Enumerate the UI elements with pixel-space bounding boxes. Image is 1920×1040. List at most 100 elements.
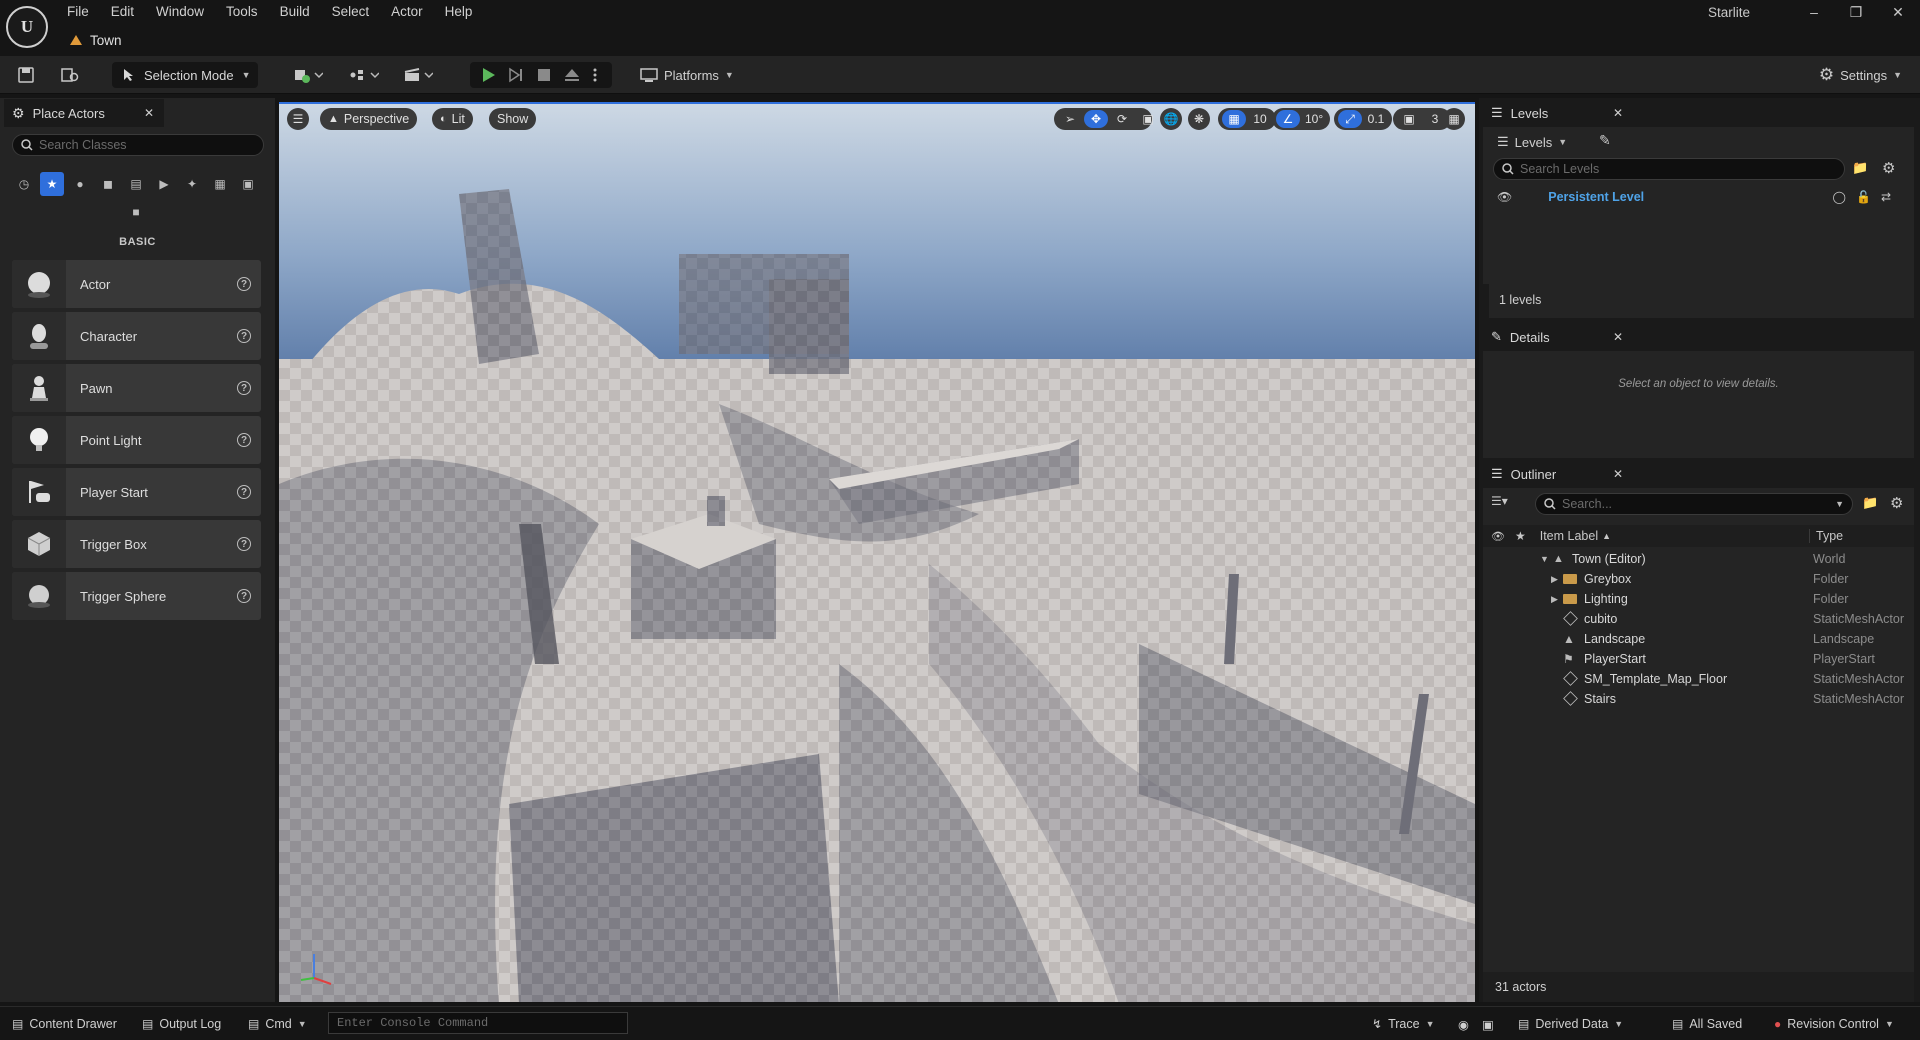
visual-effects-category-icon[interactable]: ▶	[152, 172, 176, 196]
new-folder-icon[interactable]: 📁	[1862, 495, 1878, 511]
menu-edit[interactable]: Edit	[100, 2, 145, 22]
expand-arrow-icon[interactable]: ▶	[1551, 594, 1558, 605]
selection-mode-dropdown[interactable]: Selection Mode ▼	[112, 62, 258, 88]
settings-dropdown[interactable]: ⚙ Settings ▼	[1819, 62, 1902, 88]
expand-arrow-icon[interactable]: ▶	[1551, 574, 1558, 585]
viewport-layout-icon[interactable]: ▦	[1443, 108, 1465, 130]
eject-icon[interactable]	[560, 63, 584, 87]
level-viewport[interactable]	[279, 102, 1475, 1002]
lighting-scenario-icon[interactable]: ◯	[1833, 190, 1846, 204]
place-actors-tab[interactable]: ⚙ Place Actors ✕	[4, 99, 164, 127]
minimize-icon[interactable]: –	[1796, 2, 1832, 22]
chevron-down-icon[interactable]: ▼	[1835, 499, 1844, 509]
level-document-tab[interactable]: Town	[60, 28, 132, 52]
play-icon[interactable]	[476, 63, 500, 87]
outliner-row-actor[interactable]: ⚑ PlayerStart PlayerStart	[1483, 649, 1914, 669]
outliner-row-folder[interactable]: ▶ Lighting Folder	[1483, 589, 1914, 609]
view-mode-button[interactable]: ◐ Lit	[432, 108, 473, 130]
perspective-button[interactable]: ▲ Perspective	[320, 108, 418, 130]
menu-actor[interactable]: Actor	[380, 2, 434, 22]
persistent-level-row[interactable]: 👁 Persistent Level ◯ 🔓 ⇄	[1489, 186, 1909, 208]
outliner-search-input[interactable]: Search... ▼	[1535, 493, 1853, 515]
help-icon[interactable]: ?	[237, 537, 251, 551]
content-drawer-button[interactable]: ▤ Content Drawer	[12, 1014, 117, 1034]
output-log-button[interactable]: ▤ Output Log	[142, 1014, 221, 1034]
outliner-row-world[interactable]: ▼ ▲ Town (Editor) World	[1483, 549, 1914, 569]
edit-pencil-icon[interactable]: ✎	[1599, 132, 1611, 149]
save-icon[interactable]	[14, 63, 38, 87]
help-icon[interactable]: ?	[237, 277, 251, 291]
viewport-options-icon[interactable]: ☰	[287, 108, 309, 130]
help-icon[interactable]: ?	[237, 433, 251, 447]
menu-build[interactable]: Build	[269, 2, 321, 22]
stop-icon[interactable]	[532, 63, 556, 87]
actor-item-character[interactable]: Character ?	[12, 312, 261, 360]
translate-tool-icon[interactable]: ✥	[1084, 110, 1108, 128]
world-space-icon[interactable]: 🌐	[1160, 108, 1182, 130]
outliner-row-actor[interactable]: Stairs StaticMeshActor	[1483, 689, 1914, 709]
menu-tools[interactable]: Tools	[215, 2, 269, 22]
close-tab-icon[interactable]: ✕	[1613, 106, 1623, 120]
record-icon[interactable]: ◉	[1458, 1014, 1469, 1034]
actor-item-pawn[interactable]: Pawn ?	[12, 364, 261, 412]
all-classes-category-icon[interactable]: ▣	[236, 172, 260, 196]
outliner-row-actor[interactable]: ▲ Landscape Landscape	[1483, 629, 1914, 649]
show-button[interactable]: Show	[489, 108, 537, 130]
trace-dropdown[interactable]: ↯ Trace ▼	[1372, 1014, 1434, 1034]
menu-file[interactable]: File	[56, 2, 100, 22]
outliner-tab[interactable]: ☰ Outliner ✕	[1483, 460, 1633, 488]
search-levels-input[interactable]: Search Levels	[1493, 158, 1845, 180]
cmd-dropdown[interactable]: ▤ Cmd ▼	[248, 1014, 307, 1034]
menu-window[interactable]: Window	[145, 2, 215, 22]
close-window-icon[interactable]: ✕	[1880, 2, 1916, 22]
visibility-column-icon[interactable]: 👁	[1491, 530, 1505, 543]
filter-icon[interactable]: ☰▾	[1491, 494, 1508, 508]
help-icon[interactable]: ?	[237, 329, 251, 343]
platforms-dropdown[interactable]: Platforms ▼	[640, 62, 734, 88]
scale-snap-control[interactable]: ⤢ 0.1	[1334, 108, 1392, 130]
menu-select[interactable]: Select	[321, 2, 381, 22]
recent-icon[interactable]: ◷	[12, 172, 36, 196]
restore-icon[interactable]: ❐	[1838, 2, 1874, 22]
engine-logo-icon[interactable]: U	[6, 6, 48, 48]
revision-control-dropdown[interactable]: ● Revision Control ▼	[1774, 1014, 1894, 1034]
screenshot-icon[interactable]: ▣	[1482, 1014, 1494, 1034]
help-icon[interactable]: ?	[237, 589, 251, 603]
help-icon[interactable]: ?	[237, 485, 251, 499]
content-browser-icon[interactable]	[58, 63, 82, 87]
cube-category-icon[interactable]: ■	[124, 200, 148, 224]
close-tab-icon[interactable]: ✕	[144, 106, 154, 120]
lights-category-icon[interactable]: ●	[68, 172, 92, 196]
more-options-icon[interactable]	[588, 63, 602, 87]
actor-item-trigger-box[interactable]: Trigger Box ?	[12, 520, 261, 568]
visibility-eye-icon[interactable]: 👁	[1497, 190, 1512, 204]
add-actor-icon[interactable]	[288, 63, 328, 87]
outliner-row-actor[interactable]: cubito StaticMeshActor	[1483, 609, 1914, 629]
derived-data-dropdown[interactable]: ▤ Derived Data ▼	[1518, 1014, 1623, 1034]
type-column[interactable]: Type	[1809, 529, 1843, 543]
collapse-arrow-icon[interactable]: ▼	[1540, 554, 1549, 564]
grid-snap-control[interactable]: ▦ 10	[1218, 108, 1276, 130]
search-classes-input[interactable]: Search Classes	[12, 134, 264, 156]
levels-dropdown[interactable]: ☰ Levels ▼	[1497, 131, 1567, 153]
step-icon[interactable]	[504, 63, 528, 87]
volumes-category-icon[interactable]: ▦	[208, 172, 232, 196]
cinematic-category-icon[interactable]: ▤	[124, 172, 148, 196]
actor-item-player-start[interactable]: Player Start ?	[12, 468, 261, 516]
levels-tab[interactable]: ☰ Levels ✕	[1483, 99, 1633, 127]
scale-tool-icon[interactable]: ▣	[1136, 110, 1160, 128]
console-input[interactable]: Enter Console Command	[328, 1012, 628, 1034]
surface-snap-icon[interactable]: ❋	[1188, 108, 1210, 130]
outliner-settings-icon[interactable]: ⚙	[1890, 494, 1903, 512]
help-icon[interactable]: ?	[237, 381, 251, 395]
details-tab[interactable]: ✎ Details ✕	[1483, 323, 1633, 351]
outliner-row-folder[interactable]: ▶ Greybox Folder	[1483, 569, 1914, 589]
pin-column-icon[interactable]: ★	[1515, 529, 1526, 543]
outliner-row-actor[interactable]: SM_Template_Map_Floor StaticMeshActor	[1483, 669, 1914, 689]
blueprint-icon[interactable]	[344, 63, 384, 87]
shapes-category-icon[interactable]: ◼	[96, 172, 120, 196]
actor-item-trigger-sphere[interactable]: Trigger Sphere ?	[12, 572, 261, 620]
levels-settings-icon[interactable]: ⚙	[1882, 159, 1895, 177]
menu-help[interactable]: Help	[434, 2, 484, 22]
select-tool-icon[interactable]: ➢	[1058, 110, 1082, 128]
